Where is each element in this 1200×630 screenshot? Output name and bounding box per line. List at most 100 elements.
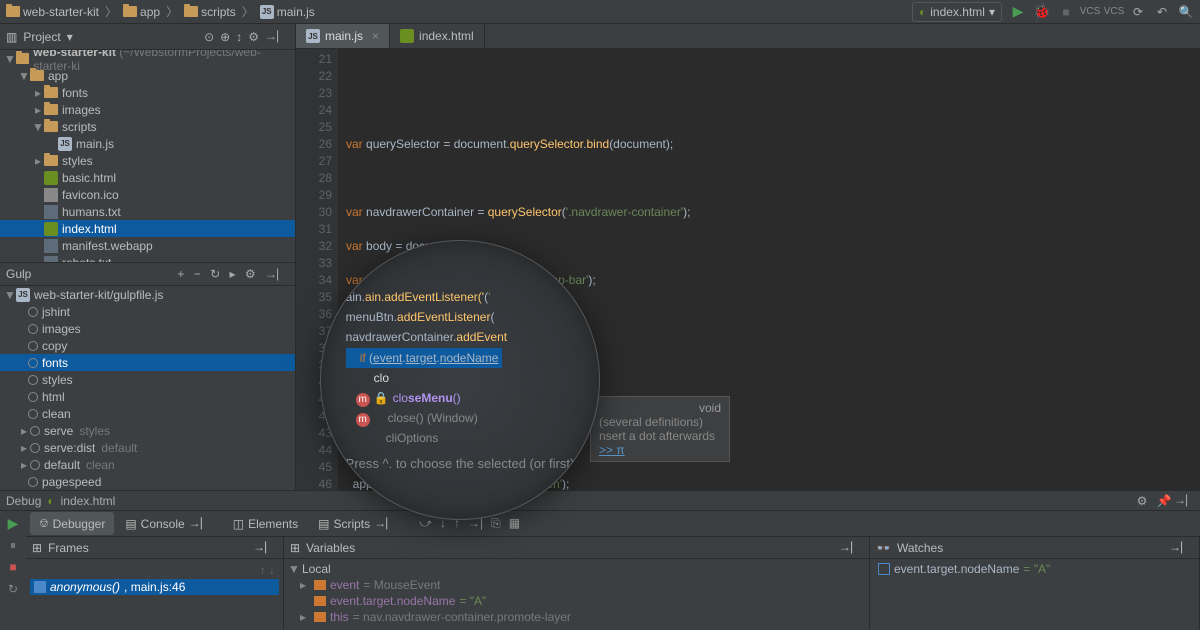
search-icon[interactable]: 🔍 xyxy=(1178,4,1194,20)
task-icon xyxy=(30,443,40,453)
close-icon[interactable]: × xyxy=(372,29,379,43)
add-icon[interactable]: + xyxy=(177,267,184,281)
html-file-icon xyxy=(400,29,414,43)
task-icon xyxy=(28,477,38,487)
stop-button[interactable]: ■ xyxy=(1058,4,1074,20)
tab-elements[interactable]: ◫ Elements xyxy=(224,513,307,535)
settings-icon[interactable]: ⚙ xyxy=(1134,493,1150,509)
tree-project-root[interactable]: ▼web-starter-kit (~/WebstormProjects/web… xyxy=(0,50,295,67)
gulp-task[interactable]: html xyxy=(0,388,295,405)
resume-button[interactable]: ▶ xyxy=(5,515,21,531)
var-row[interactable]: ▸ event = MouseEvent xyxy=(288,577,865,593)
tree-folder-styles[interactable]: ▸styles xyxy=(0,152,295,169)
hide-icon[interactable]: →⎸ xyxy=(839,540,863,555)
method-icon: m xyxy=(356,393,370,407)
task-icon xyxy=(28,358,38,368)
project-tool-icon[interactable]: ▥ xyxy=(6,30,17,44)
debug-button[interactable]: 🐞 xyxy=(1034,4,1050,20)
folder-icon xyxy=(30,70,44,81)
editor-tab-mainjs[interactable]: JSmain.js× xyxy=(296,24,390,48)
tree-file[interactable]: manifest.webapp xyxy=(0,237,295,254)
folder-icon xyxy=(16,53,29,64)
tree-folder-fonts[interactable]: ▸fonts xyxy=(0,84,295,101)
pin-icon[interactable]: 📌 xyxy=(1156,493,1172,509)
pause-button[interactable]: ⏸ xyxy=(5,537,21,553)
html-file-icon xyxy=(44,222,58,236)
folder-icon xyxy=(44,104,58,115)
completion-item[interactable]: closeMenu() xyxy=(393,391,461,405)
gulp-task[interactable]: styles xyxy=(0,371,295,388)
completion-item[interactable]: cliOptions xyxy=(386,431,439,445)
field-icon xyxy=(314,596,326,606)
gulp-task[interactable]: pagespeed xyxy=(0,473,295,490)
gulp-task[interactable]: ▸serve styles xyxy=(0,422,295,439)
var-row[interactable]: event.target.nodeName = "A" xyxy=(288,593,865,609)
more-icon[interactable]: ▦ xyxy=(509,516,520,531)
tab-scripts[interactable]: ▤ Scripts →⎸ xyxy=(309,512,407,535)
refresh-icon[interactable]: ↻ xyxy=(210,267,220,281)
folder-icon xyxy=(6,6,20,17)
hide-icon[interactable]: →⎸ xyxy=(265,29,289,44)
watches-icon: 👓 xyxy=(876,541,891,555)
tree-file[interactable]: humans.txt xyxy=(0,203,295,220)
undo-icon[interactable]: ↶ xyxy=(1154,4,1170,20)
tree-file[interactable]: favicon.ico xyxy=(0,186,295,203)
up-icon[interactable]: ↑ xyxy=(260,563,266,577)
gear-icon[interactable]: ⚙ xyxy=(245,267,256,281)
gulp-task[interactable]: images xyxy=(0,320,295,337)
hide-icon[interactable]: →⎸ xyxy=(253,540,277,555)
chrome-icon: ◐ xyxy=(919,5,926,19)
tree-file-mainjs[interactable]: JSmain.js xyxy=(0,135,295,152)
tree-folder-scripts[interactable]: ▼scripts xyxy=(0,118,295,135)
task-icon xyxy=(28,341,38,351)
gulp-task[interactable]: copy xyxy=(0,337,295,354)
folder-icon xyxy=(44,121,58,132)
js-file-icon: JS xyxy=(306,29,320,43)
stop-button[interactable]: ■ xyxy=(5,559,21,575)
gulp-task[interactable]: clean xyxy=(0,405,295,422)
locate-icon[interactable]: ⊕ xyxy=(220,30,230,44)
breadcrumb-item[interactable]: app xyxy=(123,5,160,19)
tree-file[interactable]: basic.html xyxy=(0,169,295,186)
sync-icon[interactable]: ⟳ xyxy=(1130,4,1146,20)
stack-frame[interactable]: anonymous(), main.js:46 xyxy=(30,579,279,595)
step-over-icon[interactable]: ⤻ xyxy=(419,516,432,531)
hide-icon[interactable]: →⎸ xyxy=(1178,493,1194,509)
gulp-task[interactable]: jshint xyxy=(0,303,295,320)
gulp-task[interactable]: ▸default clean xyxy=(0,456,295,473)
tab-debugger[interactable]: ⎊ Debugger xyxy=(30,512,114,535)
hide-icon[interactable]: →⎸ xyxy=(1169,540,1193,555)
gulp-file[interactable]: ▼JSweb-starter-kit/gulpfile.js xyxy=(0,286,295,303)
gulp-task-fonts[interactable]: fonts xyxy=(0,354,295,371)
down-icon[interactable]: ↓ xyxy=(269,563,275,577)
run-icon[interactable]: ▸ xyxy=(230,267,236,281)
var-row[interactable]: ▸ this = nav.navdrawer-container.promote… xyxy=(288,609,865,625)
breadcrumb-item[interactable]: web-starter-kit xyxy=(6,5,99,19)
file-icon xyxy=(44,239,58,253)
watch-row[interactable]: event.target.nodeName = "A" xyxy=(874,561,1195,577)
var-scope[interactable]: ▼Local xyxy=(288,561,865,577)
remove-icon[interactable]: − xyxy=(194,267,201,281)
hide-icon[interactable]: →⎸ xyxy=(265,267,289,281)
frame-icon xyxy=(34,581,46,593)
tooltip-link[interactable]: >> π xyxy=(599,443,625,457)
tree-file-index[interactable]: index.html xyxy=(0,220,295,237)
collapse-all-icon[interactable]: ↕ xyxy=(236,30,242,44)
breadcrumb-item[interactable]: JSmain.js xyxy=(260,5,315,19)
run-button[interactable]: ▶ xyxy=(1010,4,1026,20)
completion-item[interactable]: close() (Window) xyxy=(388,411,478,425)
gear-icon[interactable]: ⚙ xyxy=(248,30,259,44)
breadcrumb-item[interactable]: scripts xyxy=(184,5,236,19)
run-config-selector[interactable]: ◐ index.html ▾ xyxy=(912,2,1002,22)
rerun-button[interactable]: ↻ xyxy=(5,581,21,597)
tree-folder-images[interactable]: ▸images xyxy=(0,101,295,118)
tree-file[interactable]: robots.txt xyxy=(0,254,295,262)
evaluate-icon[interactable]: ⎘ xyxy=(491,516,501,531)
editor-tab-index[interactable]: index.html xyxy=(390,24,485,48)
chevron-down-icon[interactable]: ▾ xyxy=(67,30,73,44)
gulp-task[interactable]: ▸serve:dist default xyxy=(0,439,295,456)
gulp-label: Gulp xyxy=(6,267,31,281)
tab-console[interactable]: ▤ Console →⎸ xyxy=(116,512,221,535)
frames-icon: ⊞ xyxy=(32,541,42,555)
collapse-icon[interactable]: ⊙ xyxy=(204,30,214,44)
